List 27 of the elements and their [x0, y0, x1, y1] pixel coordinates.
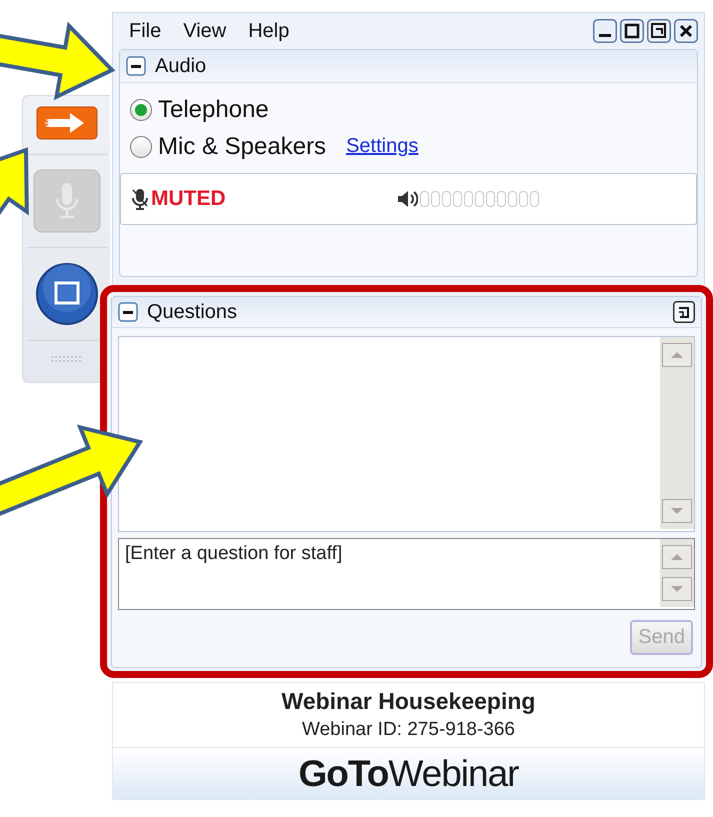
option-label[interactable]: Telephone [158, 96, 269, 124]
restore-icon[interactable] [647, 19, 671, 43]
webinar-id: Webinar ID: 275-918-366 [302, 719, 515, 741]
volume-meter-icon [420, 191, 539, 207]
radio-button[interactable] [130, 98, 152, 120]
screen-button[interactable] [34, 262, 98, 326]
collapse-icon[interactable] [118, 302, 138, 322]
webinar-title: Webinar Housekeeping [282, 688, 536, 715]
menu-item[interactable]: File [129, 20, 162, 42]
logo: GoToWebinar [298, 753, 518, 795]
settings-link[interactable]: Settings [346, 135, 418, 158]
minimize-icon[interactable] [593, 19, 617, 43]
close-icon[interactable] [674, 19, 698, 43]
grip-icon[interactable] [50, 355, 84, 363]
option-label[interactable]: Mic & Speakers [158, 132, 326, 160]
arrow-button[interactable] [36, 106, 98, 140]
maximize-icon[interactable] [620, 19, 644, 43]
popout-icon[interactable] [673, 301, 695, 323]
panel-title: Audio [155, 54, 206, 78]
radio-button[interactable] [130, 136, 152, 158]
muted-status: MUTED [151, 187, 226, 211]
collapse-icon[interactable] [126, 56, 146, 76]
menu-item[interactable]: View [183, 20, 226, 42]
panel-title: Questions [147, 300, 238, 324]
microphone-icon [131, 187, 149, 211]
menu-item[interactable]: Help [248, 20, 290, 42]
speaker-icon [396, 189, 418, 209]
